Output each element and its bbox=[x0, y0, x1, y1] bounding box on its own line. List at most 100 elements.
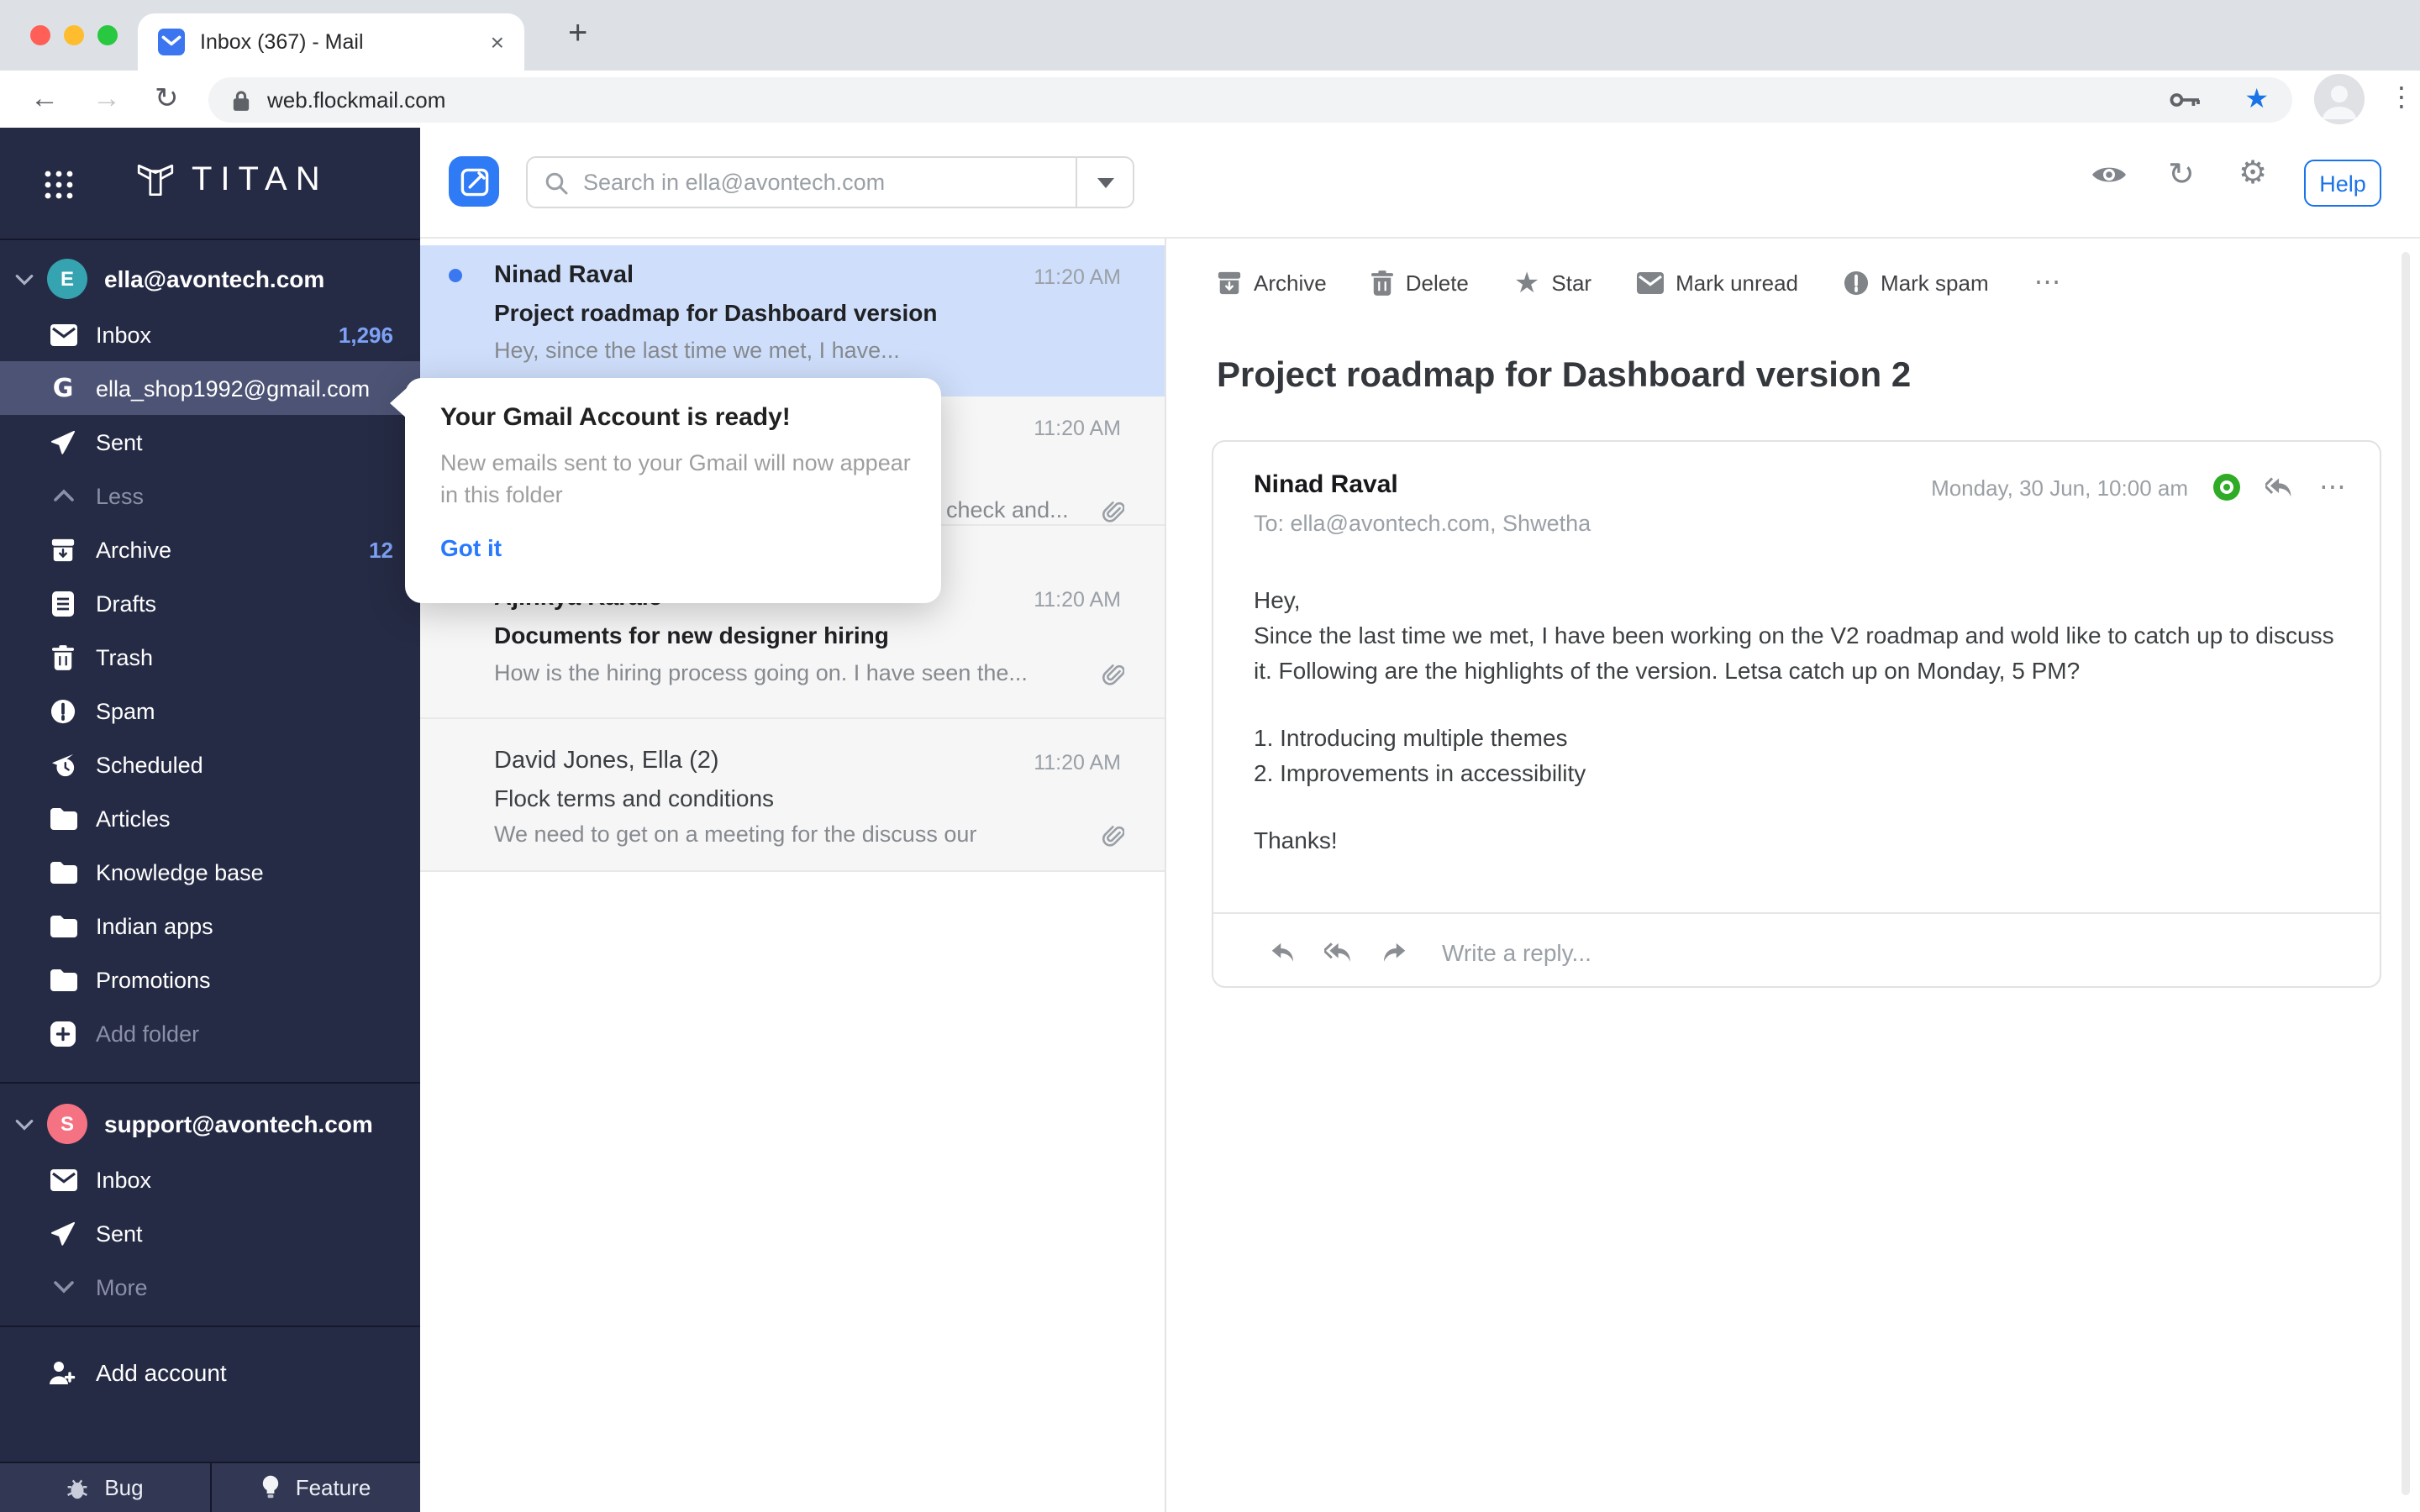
sidebar-item-support-sent[interactable]: Sent bbox=[0, 1206, 420, 1260]
new-tab-button[interactable]: + bbox=[568, 15, 587, 54]
sidebar-item-label: Inbox bbox=[96, 322, 152, 347]
archive-button[interactable]: Archive bbox=[1217, 270, 1327, 295]
chevron-down-icon[interactable] bbox=[15, 1118, 35, 1130]
account-email: support@avontech.com bbox=[104, 1110, 373, 1137]
mark-spam-button[interactable]: Mark spam bbox=[1844, 270, 1989, 295]
reply-all-icon[interactable] bbox=[1324, 942, 1353, 962]
forward-icon[interactable] bbox=[1381, 942, 1407, 962]
person-add-icon bbox=[49, 1360, 76, 1385]
body-paragraph: Since the last time we met, I have been … bbox=[1254, 622, 2334, 684]
add-account-label: Add account bbox=[96, 1359, 227, 1386]
email-list-item[interactable]: David Jones, Ella (2) 11:20 AM Flock ter… bbox=[420, 719, 1165, 872]
reply-bar[interactable]: Write a reply... bbox=[1213, 912, 2380, 990]
settings-gear-icon[interactable]: ⚙ bbox=[2238, 155, 2267, 193]
unread-count: 1,296 bbox=[338, 322, 393, 347]
address-bar[interactable]: web.flockmail.com ★ bbox=[208, 77, 2292, 123]
browser-profile-avatar[interactable] bbox=[2314, 74, 2365, 124]
search-placeholder: Search in ella@avontech.com bbox=[583, 170, 886, 195]
message-toolbar: Archive Delete ★ Star Mark unread Mark s… bbox=[1217, 265, 2061, 299]
reply-all-icon[interactable] bbox=[2265, 476, 2294, 498]
message-to: To: ella@avontech.com, Shwetha bbox=[1254, 511, 1591, 536]
scheduled-send-icon bbox=[49, 750, 77, 779]
sidebar-item-indian-apps[interactable]: Indian apps bbox=[0, 899, 420, 953]
sidebar-item-promotions[interactable]: Promotions bbox=[0, 953, 420, 1006]
email-list-item-selected[interactable]: Ninad Raval 11:20 AM Project roadmap for… bbox=[420, 245, 1165, 396]
tab-close-icon[interactable]: × bbox=[491, 30, 504, 54]
chevron-down-icon[interactable] bbox=[15, 273, 35, 285]
sidebar-item-label: Articles bbox=[96, 806, 171, 831]
sidebar-item-gmail-account[interactable]: G ella_shop1992@gmail.com bbox=[0, 361, 420, 415]
sidebar-item-articles[interactable]: Articles bbox=[0, 791, 420, 845]
tab-favicon-mail-icon bbox=[158, 29, 185, 55]
lightbulb-icon bbox=[260, 1475, 281, 1500]
sidebar-item-scheduled[interactable]: Scheduled bbox=[0, 738, 420, 791]
more-actions-icon[interactable]: ⋯ bbox=[2034, 265, 2061, 299]
got-it-button[interactable]: Got it bbox=[440, 534, 906, 561]
search-options-dropdown[interactable] bbox=[1076, 158, 1133, 207]
star-button[interactable]: ★ Star bbox=[1514, 268, 1591, 297]
bookmark-star-icon[interactable]: ★ bbox=[2244, 86, 2269, 113]
app-window: Inbox (367) - Mail × + ← → ↻ web.flockma… bbox=[0, 0, 2420, 1512]
mail-icon bbox=[1637, 271, 1665, 293]
sidebar-item-inbox[interactable]: Inbox 1,296 bbox=[0, 307, 420, 361]
tab-title: Inbox (367) - Mail bbox=[200, 30, 364, 54]
apps-grid-icon[interactable] bbox=[44, 170, 74, 200]
content-header: Search in ella@avontech.com ↻ ⚙ Help bbox=[420, 128, 2420, 239]
sidebar-item-spam[interactable]: Spam bbox=[0, 684, 420, 738]
sidebar-item-knowledge-base[interactable]: Knowledge base bbox=[0, 845, 420, 899]
chevron-up-icon bbox=[49, 481, 77, 510]
drafts-icon bbox=[49, 589, 77, 617]
sidebar-folders: E ella@avontech.com Inbox 1,296 G ella_s… bbox=[0, 240, 420, 1408]
read-receipt-icon bbox=[2213, 474, 2240, 501]
body-greeting: Hey, bbox=[1254, 586, 1301, 613]
sidebar-item-sent[interactable]: Sent bbox=[0, 415, 420, 469]
window-close-button[interactable] bbox=[30, 25, 50, 45]
refresh-icon[interactable]: ↻ bbox=[155, 79, 179, 119]
bug-button[interactable]: Bug bbox=[0, 1463, 211, 1512]
read-receipts-eye-icon[interactable] bbox=[2091, 163, 2128, 186]
email-time: 11:20 AM bbox=[1034, 588, 1121, 612]
sidebar-item-trash[interactable]: Trash bbox=[0, 630, 420, 684]
sidebar-item-label: Trash bbox=[96, 644, 154, 669]
sidebar-item-more[interactable]: More bbox=[0, 1260, 420, 1314]
feedback-bar: Bug Feature bbox=[0, 1462, 420, 1512]
sidebar-item-drafts[interactable]: Drafts bbox=[0, 576, 420, 630]
trash-icon bbox=[49, 643, 77, 671]
password-key-icon[interactable] bbox=[2169, 91, 2201, 109]
browser-tab[interactable]: Inbox (367) - Mail × bbox=[138, 13, 524, 71]
help-button[interactable]: Help bbox=[2304, 160, 2381, 207]
inbox-icon bbox=[49, 320, 77, 349]
add-account-button[interactable]: Add account bbox=[0, 1326, 420, 1408]
refresh-mail-icon[interactable]: ↻ bbox=[2168, 156, 2195, 195]
mark-unread-button[interactable]: Mark unread bbox=[1637, 270, 1798, 295]
search-bar[interactable]: Search in ella@avontech.com bbox=[526, 156, 1134, 208]
compose-button[interactable] bbox=[449, 156, 499, 207]
email-time: 11:20 AM bbox=[1034, 417, 1121, 440]
body-closing: Thanks! bbox=[1254, 827, 1338, 853]
reading-pane: Archive Delete ★ Star Mark unread Mark s… bbox=[1166, 239, 2420, 1512]
delete-button[interactable]: Delete bbox=[1371, 270, 1469, 295]
inbox-icon bbox=[49, 1165, 77, 1194]
unread-dot bbox=[449, 269, 462, 282]
account-ella[interactable]: E ella@avontech.com bbox=[0, 250, 420, 307]
window-minimize-button[interactable] bbox=[64, 25, 84, 45]
sidebar-item-label: Scheduled bbox=[96, 752, 203, 777]
message-more-icon[interactable]: ⋯ bbox=[2319, 470, 2346, 504]
feature-button[interactable]: Feature bbox=[211, 1463, 420, 1512]
sidebar-item-support-inbox[interactable]: Inbox bbox=[0, 1152, 420, 1206]
send-icon bbox=[49, 428, 77, 456]
lock-icon bbox=[232, 88, 250, 112]
browser-menu-icon[interactable]: ⋮ bbox=[2388, 81, 2415, 114]
reply-icon[interactable] bbox=[1270, 942, 1296, 962]
sidebar-item-archive[interactable]: Archive 12 bbox=[0, 522, 420, 576]
back-icon[interactable]: ← bbox=[30, 79, 59, 119]
scrollbar[interactable] bbox=[2402, 252, 2410, 1495]
sidebar-item-less[interactable]: Less bbox=[0, 469, 420, 522]
window-zoom-button[interactable] bbox=[97, 25, 118, 45]
sidebar-item-label: Inbox bbox=[96, 1167, 152, 1192]
email-time: 11:20 AM bbox=[1034, 265, 1121, 289]
plus-icon bbox=[49, 1019, 77, 1047]
account-support[interactable]: S support@avontech.com bbox=[0, 1095, 420, 1152]
reply-placeholder[interactable]: Write a reply... bbox=[1442, 938, 1591, 965]
sidebar-item-add-folder[interactable]: Add folder bbox=[0, 1006, 420, 1060]
